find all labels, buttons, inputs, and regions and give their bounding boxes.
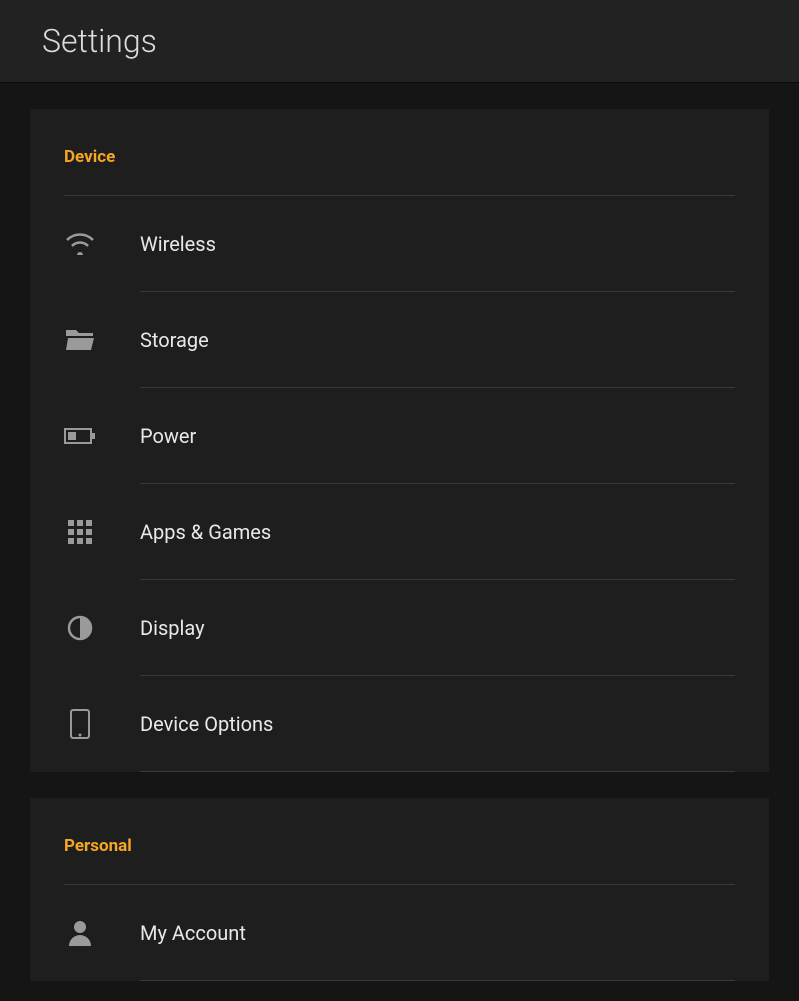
person-icon xyxy=(64,917,96,949)
grid-icon xyxy=(64,516,96,548)
item-my-account[interactable]: My Account xyxy=(64,885,735,981)
item-display-label: Display xyxy=(140,616,205,640)
section-personal-header: Personal xyxy=(64,836,735,885)
brightness-icon xyxy=(64,612,96,644)
wifi-icon xyxy=(64,228,96,260)
header-bar: Settings xyxy=(0,0,799,83)
item-storage[interactable]: Storage xyxy=(64,292,735,388)
folder-icon xyxy=(64,324,96,356)
item-apps-games[interactable]: Apps & Games xyxy=(64,484,735,580)
tablet-icon xyxy=(64,708,96,740)
item-storage-label: Storage xyxy=(140,328,209,352)
section-personal: Personal My Account xyxy=(30,798,769,981)
item-power-label: Power xyxy=(140,424,196,448)
item-display[interactable]: Display xyxy=(64,580,735,676)
item-device-options[interactable]: Device Options xyxy=(64,676,735,772)
item-my-account-label: My Account xyxy=(140,921,246,945)
item-wireless-label: Wireless xyxy=(140,232,216,256)
item-apps-games-label: Apps & Games xyxy=(140,520,271,544)
page-title: Settings xyxy=(42,22,757,60)
section-device-header: Device xyxy=(64,147,735,196)
battery-icon xyxy=(64,420,96,452)
item-power[interactable]: Power xyxy=(64,388,735,484)
item-wireless[interactable]: Wireless xyxy=(64,196,735,292)
settings-content: Device Wireless Storage xyxy=(0,83,799,981)
section-device: Device Wireless Storage xyxy=(30,109,769,772)
item-device-options-label: Device Options xyxy=(140,712,273,736)
